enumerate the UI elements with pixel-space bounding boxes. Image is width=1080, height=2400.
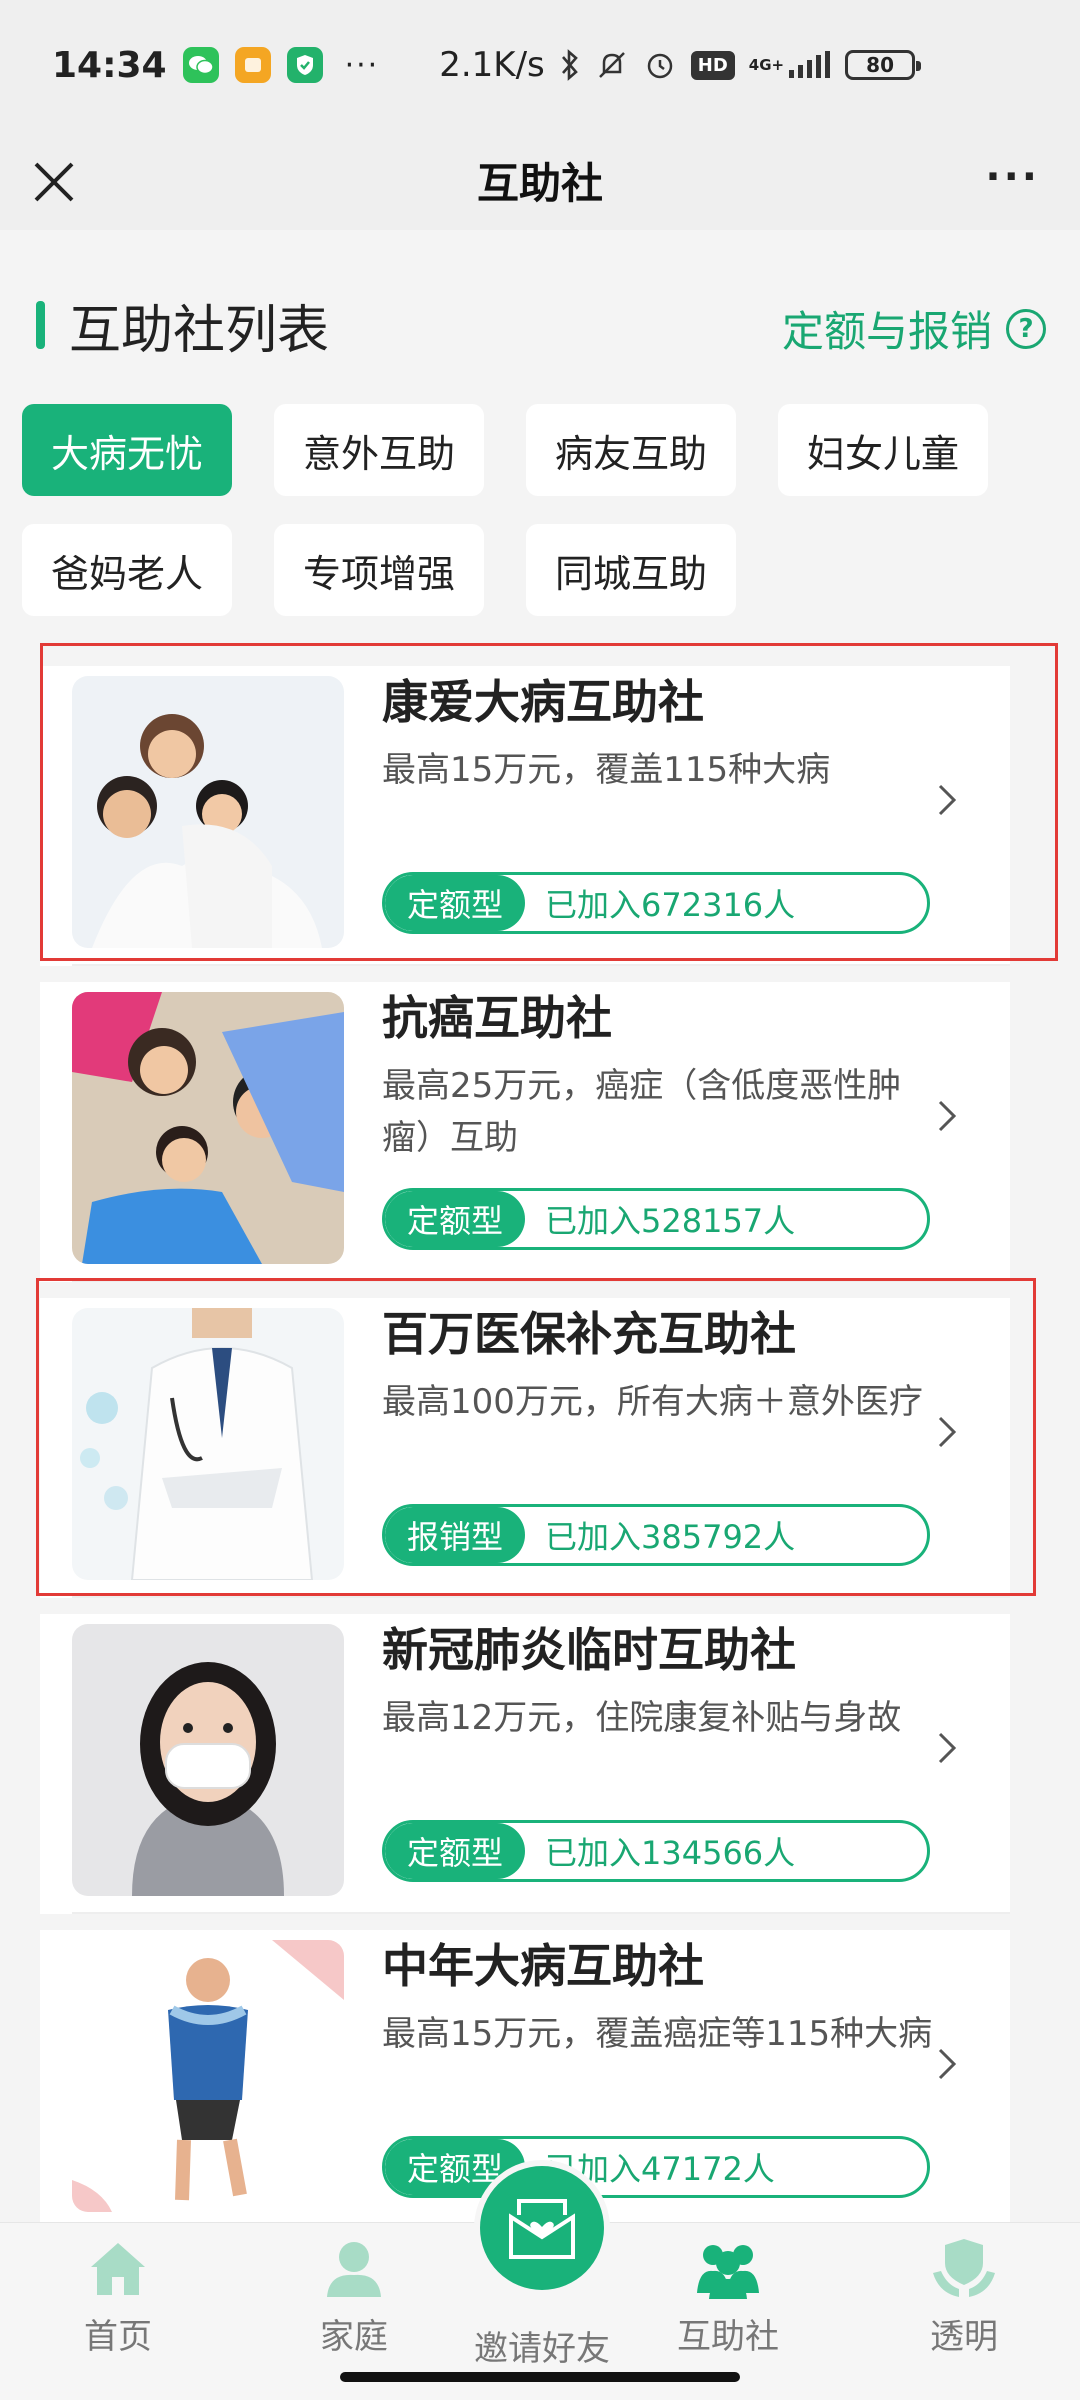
list-item[interactable]: 新冠肺炎临时互助社 最高12万元，住院康复补贴与身故 定额型 已加入134566… [40, 1614, 1010, 1914]
page-title: 互助社 [476, 158, 603, 208]
divider [72, 1912, 1010, 1914]
status-bar: 14:34 ··· 2.1K/s HD 4G+ 80 [0, 0, 1080, 130]
joined-count: 已加入528157人 [545, 1202, 796, 1240]
signal-icon: 4G+ [749, 50, 831, 80]
divider [72, 1596, 1010, 1598]
card-title: 新冠肺炎临时互助社 [382, 1623, 796, 1677]
shield-hands-icon [933, 2239, 995, 2297]
category-chip[interactable]: 病友互助 [526, 404, 736, 496]
invite-friends-button[interactable] [480, 2166, 604, 2290]
hd-badge: HD [690, 50, 735, 80]
chevron-right-icon [938, 1100, 957, 1132]
wechat-icon [182, 47, 219, 83]
nav-mutual-aid-label: 互助社 [677, 2317, 779, 2357]
invite-envelope-icon [509, 2199, 575, 2259]
section-title: 互助社列表 [69, 300, 330, 361]
membership-pill: 定额型 已加入528157人 [382, 1188, 930, 1250]
nav-home-label: 首页 [84, 2317, 152, 2357]
person-icon [327, 2242, 381, 2297]
shield-app-icon [286, 47, 323, 83]
nav-transparent[interactable]: 透明 [884, 2233, 1044, 2373]
joined-count: 已加入134566人 [545, 1834, 796, 1872]
card-description: 最高25万元，癌症（含低度恶性肿瘤）互助 [382, 1066, 902, 1158]
highlight-box [36, 1278, 1036, 1596]
help-icon: ? [1006, 308, 1046, 349]
nav-transparent-label: 透明 [930, 2317, 998, 2357]
network-speed: 2.1K/s [439, 45, 545, 85]
category-chip[interactable]: 妇女儿童 [778, 404, 988, 496]
app-header: 互助社 ··· [0, 130, 1080, 230]
masked-person-photo [72, 1624, 344, 1896]
category-chip[interactable]: 同城互助 [526, 524, 736, 616]
chevron-right-icon [938, 1732, 957, 1764]
nav-mutual-aid[interactable]: 互助社 [648, 2233, 808, 2373]
plan-type-badge: 定额型 [385, 1191, 525, 1247]
more-options-icon[interactable]: ··· [985, 154, 1040, 200]
battery-indicator: 80 [845, 50, 922, 80]
category-chip[interactable]: 意外互助 [274, 404, 484, 496]
section-header: 互助社列表 定额与报销 ? [36, 290, 1046, 361]
section-accent-bar [36, 301, 45, 349]
card-title: 中年大病互助社 [382, 1939, 704, 1993]
nav-invite[interactable]: 邀请好友 [462, 2315, 622, 2395]
list-item[interactable]: 抗癌互助社 最高25万元，癌症（含低度恶性肿瘤）互助 定额型 已加入528157… [40, 982, 1010, 1282]
mute-icon [595, 48, 629, 82]
highlight-box [40, 643, 1058, 961]
quota-reimbursement-link[interactable]: 定额与报销 ? [782, 298, 1046, 359]
category-chip[interactable]: 大病无忧 [22, 404, 232, 496]
chevron-right-icon [938, 2048, 957, 2080]
runner-photo [72, 1940, 344, 2212]
membership-pill: 定额型 已加入134566人 [382, 1820, 930, 1882]
category-chip[interactable]: 专项增强 [274, 524, 484, 616]
family-photo [72, 992, 344, 1264]
alarm-icon [643, 48, 677, 82]
group-icon [697, 2245, 759, 2299]
bluetooth-icon [559, 48, 581, 82]
card-description: 最高15万元，覆盖癌症等115种大病 [382, 2014, 933, 2054]
home-indicator [340, 2372, 740, 2382]
nav-home[interactable]: 首页 [38, 2233, 198, 2373]
network-type: 4G+ [748, 56, 785, 74]
divider [72, 964, 1010, 966]
membership-pill: 定额型 已加入47172人 [382, 2136, 930, 2198]
card-title: 抗癌互助社 [382, 991, 612, 1045]
home-icon [91, 2243, 145, 2295]
quota-link-label: 定额与报销 [781, 307, 992, 356]
close-icon[interactable] [32, 160, 76, 204]
card-description: 最高12万元，住院康复补贴与身故 [382, 1698, 902, 1738]
notes-app-icon [234, 47, 271, 83]
nav-family-label: 家庭 [320, 2317, 388, 2357]
nav-family[interactable]: 家庭 [274, 2233, 434, 2373]
plan-type-badge: 定额型 [385, 1823, 525, 1879]
more-notifications-icon: ··· [344, 47, 380, 83]
nav-invite-label: 邀请好友 [474, 2329, 610, 2369]
category-chip[interactable]: 爸妈老人 [22, 524, 232, 616]
status-time: 14:34 [52, 44, 167, 86]
